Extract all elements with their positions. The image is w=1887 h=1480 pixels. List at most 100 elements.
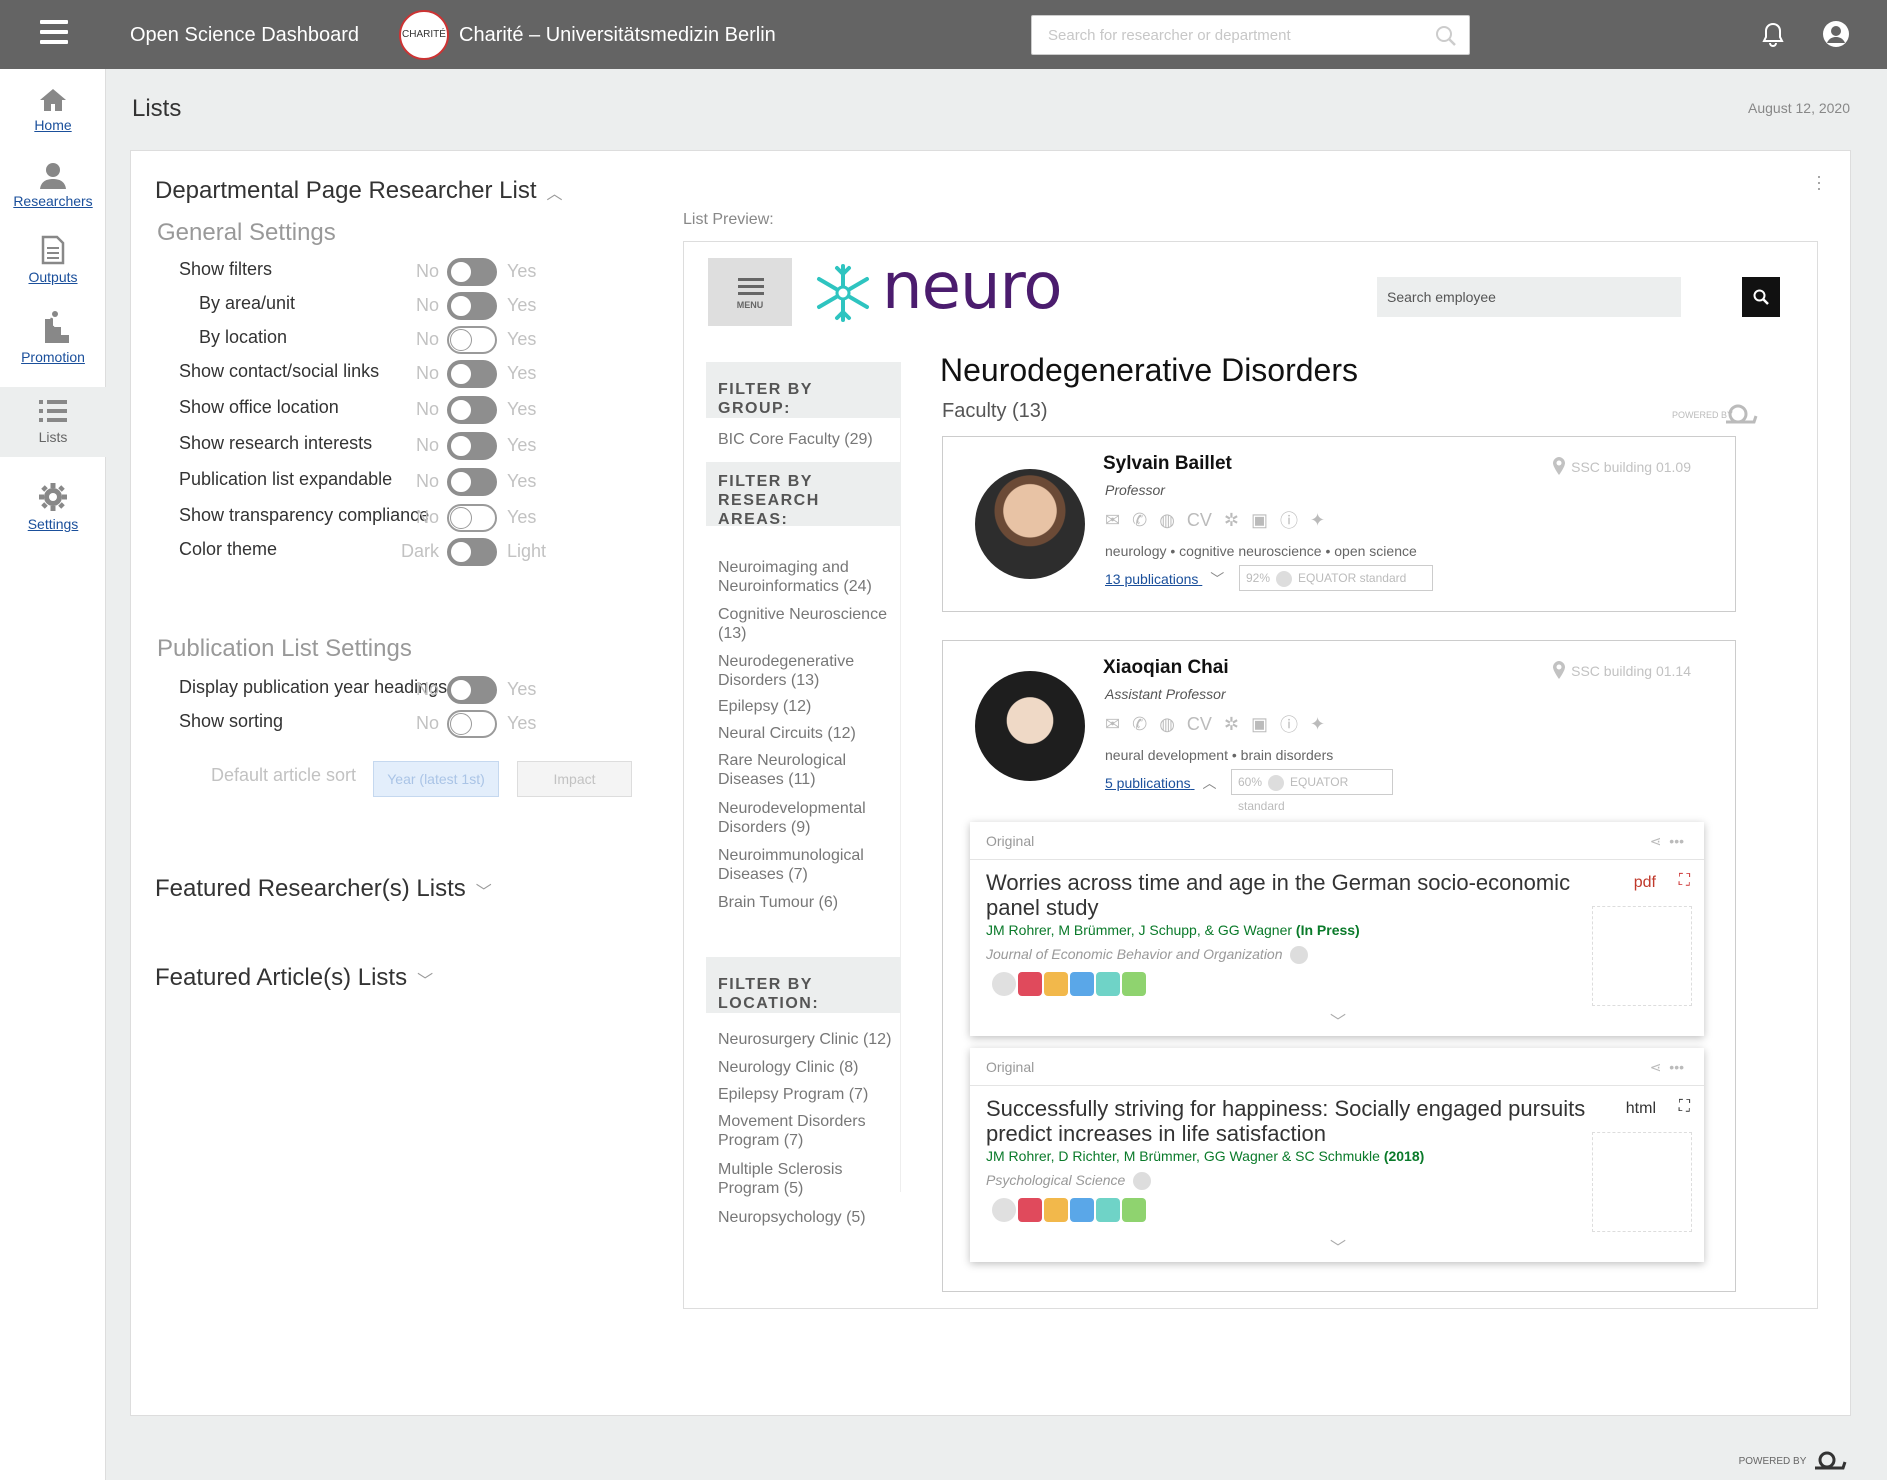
filter-item[interactable]: Neural Circuits (12): [718, 724, 898, 743]
globe-icon[interactable]: ◍: [1159, 510, 1175, 531]
filter-item[interactable]: Neuroimmunological Diseases (7): [718, 846, 898, 884]
transparency-badge-icon[interactable]: [1096, 972, 1120, 996]
publication-type[interactable]: pdf: [1634, 874, 1656, 892]
chevron-down-icon[interactable]: ﹀: [1330, 1008, 1346, 1032]
filter-item[interactable]: Cognitive Neuroscience (13): [718, 605, 898, 643]
setting-toggle[interactable]: [447, 710, 497, 738]
filter-item[interactable]: Brain Tumour (6): [718, 893, 898, 912]
figure-thumbnail[interactable]: [1592, 906, 1692, 1006]
researcher-card[interactable]: Sylvain Baillet Professor SSC building 0…: [942, 436, 1736, 612]
setting-toggle[interactable]: [447, 432, 497, 460]
globe-icon[interactable]: ◍: [1159, 714, 1175, 735]
transparency-badge-icon[interactable]: [992, 972, 1016, 996]
filter-item[interactable]: Neurology Clinic (8): [718, 1058, 898, 1077]
chevron-down-icon[interactable]: ﹀: [1210, 569, 1224, 589]
setting-toggle[interactable]: [447, 326, 497, 354]
chevron-up-icon[interactable]: ︿: [1203, 773, 1217, 793]
id-icon[interactable]: ⓘ: [1280, 507, 1298, 533]
twitter-icon[interactable]: ✦: [1310, 510, 1325, 531]
orcid-gear-icon[interactable]: ✲: [1224, 510, 1239, 531]
publication-title[interactable]: Worries across time and age in the Germa…: [986, 870, 1586, 920]
transparency-badge-icon[interactable]: [1018, 972, 1042, 996]
chevron-down-icon[interactable]: ﹀: [417, 967, 433, 991]
publication-card[interactable]: Original ⋖ ••• Worries across time and age…: [970, 822, 1704, 1036]
filter-item[interactable]: Neurodegenerative Disorders (13): [718, 652, 898, 690]
filter-item[interactable]: Movement Disorders Program (7): [718, 1112, 898, 1150]
publication-card[interactable]: Original ⋖ ••• Successfully striving for h…: [970, 1048, 1704, 1262]
hamburger-menu-icon[interactable]: [40, 20, 68, 46]
section-departmental-list[interactable]: Departmental Page Researcher List ︿: [155, 177, 563, 205]
expand-icon[interactable]: ⛶: [1679, 872, 1690, 890]
setting-toggle[interactable]: [447, 292, 497, 320]
sidebar-item-lists[interactable]: Lists: [0, 387, 106, 457]
publication-title[interactable]: Successfully striving for happiness: Soc…: [986, 1096, 1586, 1146]
search-icon[interactable]: [1435, 25, 1457, 47]
sidebar-item-outputs[interactable]: Outputs: [0, 235, 106, 285]
transparency-badge-icon[interactable]: [1044, 972, 1068, 996]
phone-icon[interactable]: ✆: [1132, 714, 1147, 735]
sidebar-item-home[interactable]: Home: [0, 87, 106, 133]
publications-link[interactable]: 13 publications ﹀: [1105, 569, 1224, 589]
transparency-badge-icon[interactable]: [1070, 1198, 1094, 1222]
setting-toggle[interactable]: [447, 258, 497, 286]
phone-icon[interactable]: ✆: [1132, 510, 1147, 531]
transparency-badge-icon[interactable]: [992, 1198, 1016, 1222]
filter-item[interactable]: BIC Core Faculty (29): [718, 430, 898, 449]
researcher-name[interactable]: Xiaoqian Chai: [1103, 657, 1229, 679]
researcher-name[interactable]: Sylvain Baillet: [1103, 453, 1232, 475]
filter-item[interactable]: Epilepsy (12): [718, 697, 898, 716]
filter-item[interactable]: Rare Neurological Diseases (11): [718, 751, 898, 789]
chevron-down-icon[interactable]: ﹀: [476, 878, 492, 902]
chevron-down-icon[interactable]: ﹀: [1330, 1234, 1346, 1258]
mail-icon[interactable]: ✉: [1105, 714, 1120, 735]
filter-item[interactable]: Neuropsychology (5): [718, 1208, 898, 1227]
filter-item[interactable]: Neuroimaging and Neuroinformatics (24): [718, 558, 898, 596]
cv-icon[interactable]: CV: [1187, 510, 1212, 531]
setting-toggle[interactable]: [447, 538, 497, 566]
employee-search-button[interactable]: [1742, 277, 1780, 317]
doi-icon[interactable]: [1290, 946, 1309, 965]
twitter-icon[interactable]: ✦: [1310, 714, 1325, 735]
setting-toggle[interactable]: [447, 468, 497, 496]
setting-toggle[interactable]: [447, 676, 497, 704]
notification-bell-icon[interactable]: [1762, 22, 1784, 48]
google-scholar-icon[interactable]: ▣: [1251, 714, 1268, 735]
sidebar-item-settings[interactable]: Settings: [0, 482, 106, 532]
filter-item[interactable]: Multiple Sclerosis Program (5): [718, 1160, 898, 1198]
transparency-badge-icon[interactable]: [1122, 1198, 1146, 1222]
employee-search-input[interactable]: [1377, 277, 1667, 317]
section-featured-researchers[interactable]: Featured Researcher(s) Lists ﹀: [155, 875, 492, 903]
app-title[interactable]: Open Science Dashboard: [130, 24, 359, 47]
orcid-gear-icon[interactable]: ✲: [1224, 714, 1239, 735]
publications-link[interactable]: 5 publications ︿: [1105, 773, 1217, 793]
share-more-icons[interactable]: ⋖ •••: [1650, 1048, 1684, 1086]
sort-year-button[interactable]: Year (latest 1st): [373, 761, 499, 797]
share-more-icons[interactable]: ⋖ •••: [1650, 822, 1684, 860]
filter-item[interactable]: Neurosurgery Clinic (12): [718, 1030, 898, 1049]
figure-thumbnail[interactable]: [1592, 1132, 1692, 1232]
setting-toggle[interactable]: [447, 360, 497, 388]
more-options-icon[interactable]: · · ·: [1816, 167, 1822, 197]
id-icon[interactable]: ⓘ: [1280, 711, 1298, 737]
section-featured-articles[interactable]: Featured Article(s) Lists ﹀: [155, 964, 433, 992]
global-search-input[interactable]: [1048, 17, 1428, 53]
user-account-icon[interactable]: [1822, 20, 1850, 48]
transparency-badge-icon[interactable]: [1122, 972, 1146, 996]
filter-item[interactable]: Neurodevelopmental Disorders (9): [718, 799, 898, 837]
google-scholar-icon[interactable]: ▣: [1251, 510, 1268, 531]
setting-toggle[interactable]: [447, 504, 497, 532]
mail-icon[interactable]: ✉: [1105, 510, 1120, 531]
transparency-badge-icon[interactable]: [1044, 1198, 1068, 1222]
setting-toggle[interactable]: [447, 396, 497, 424]
cv-icon[interactable]: CV: [1187, 714, 1212, 735]
expand-icon[interactable]: ⛶: [1679, 1098, 1690, 1116]
preview-menu-button[interactable]: MENU: [708, 258, 792, 326]
filter-item[interactable]: Epilepsy Program (7): [718, 1085, 898, 1104]
publication-type[interactable]: html: [1626, 1100, 1656, 1118]
transparency-badge-icon[interactable]: [1096, 1198, 1120, 1222]
transparency-badge-icon[interactable]: [1070, 972, 1094, 996]
sidebar-item-researchers[interactable]: Researchers: [0, 161, 106, 209]
sidebar-item-promotion[interactable]: Promotion: [0, 309, 106, 365]
transparency-badge-icon[interactable]: [1018, 1198, 1042, 1222]
doi-icon[interactable]: [1133, 1172, 1152, 1191]
